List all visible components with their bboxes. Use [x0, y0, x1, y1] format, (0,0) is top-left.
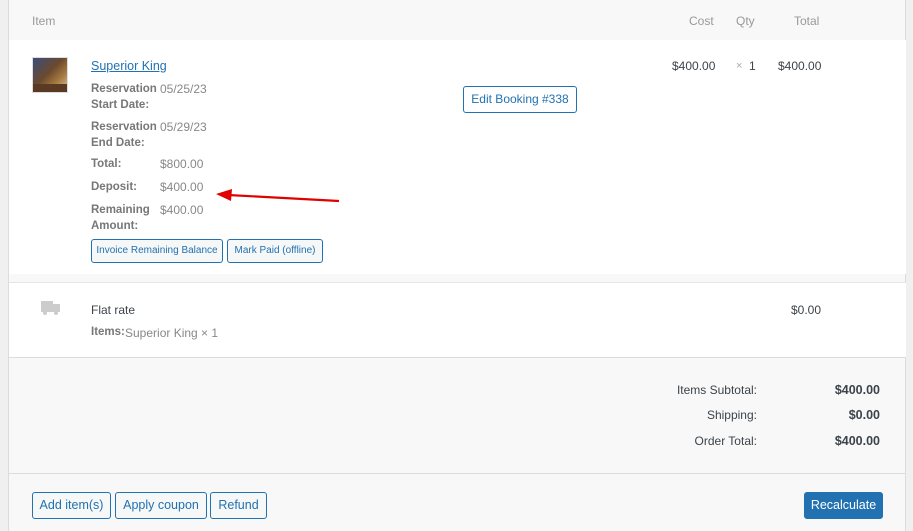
col-qty: Qty — [736, 14, 755, 28]
meta-value: $800.00 — [160, 157, 204, 171]
meta-label: Deposit: — [91, 181, 137, 193]
meta-value: $400.00 — [160, 180, 204, 194]
annotation-arrow-icon — [216, 189, 340, 203]
refund-button[interactable]: Refund — [210, 492, 267, 519]
item-qty: 1 — [749, 59, 756, 73]
meta-label: Reservation End Date: — [91, 121, 157, 149]
divider — [9, 473, 906, 474]
items-subtotal-label: Items Subtotal: — [676, 383, 757, 397]
qty-multiplier: × — [736, 60, 743, 72]
recalculate-button[interactable]: Recalculate — [804, 492, 883, 519]
item-cost: $400.00 — [672, 59, 716, 73]
col-total: Total — [794, 14, 820, 28]
mark-paid-offline-button[interactable]: Mark Paid (offline) — [227, 239, 323, 263]
shipping-value: $0.00 — [848, 408, 880, 422]
meta-label: Reservation Start Date: — [91, 83, 157, 111]
order-items-panel: Item Cost Qty Total Superior King Reserv… — [8, 0, 906, 531]
truck-icon — [41, 301, 60, 315]
shipping-items-label: Items: — [91, 326, 125, 338]
invoice-remaining-balance-button[interactable]: Invoice Remaining Balance — [91, 239, 223, 263]
items-subtotal-value: $400.00 — [834, 383, 880, 397]
shipping-row: Flat rate Items: Superior King × 1 $0.00 — [9, 282, 906, 358]
shipping-label: Shipping: — [706, 408, 757, 422]
meta-value: 05/25/23 — [160, 82, 207, 96]
item-total: $400.00 — [778, 59, 822, 73]
col-item: Item — [32, 14, 56, 28]
meta-label: Total: — [91, 158, 122, 170]
meta-value: 05/29/23 — [160, 120, 207, 134]
shipping-items-value: Superior King × 1 — [125, 326, 219, 340]
add-items-button[interactable]: Add item(s) — [32, 492, 111, 519]
shipping-method-name: Flat rate — [91, 303, 136, 317]
meta-value: $400.00 — [160, 203, 204, 217]
apply-coupon-button[interactable]: Apply coupon — [115, 492, 207, 519]
meta-label: Remaining Amount: — [91, 204, 150, 232]
edit-booking-button[interactable]: Edit Booking #338 — [463, 86, 577, 113]
shipping-total: $0.00 — [791, 303, 822, 317]
col-cost: Cost — [689, 14, 714, 28]
order-total-label: Order Total: — [694, 434, 757, 448]
line-item-row: Superior King Reservation Start Date: 05… — [9, 40, 906, 274]
order-total-value: $400.00 — [834, 434, 880, 448]
product-link[interactable]: Superior King — [91, 59, 167, 73]
product-thumbnail — [32, 57, 68, 93]
